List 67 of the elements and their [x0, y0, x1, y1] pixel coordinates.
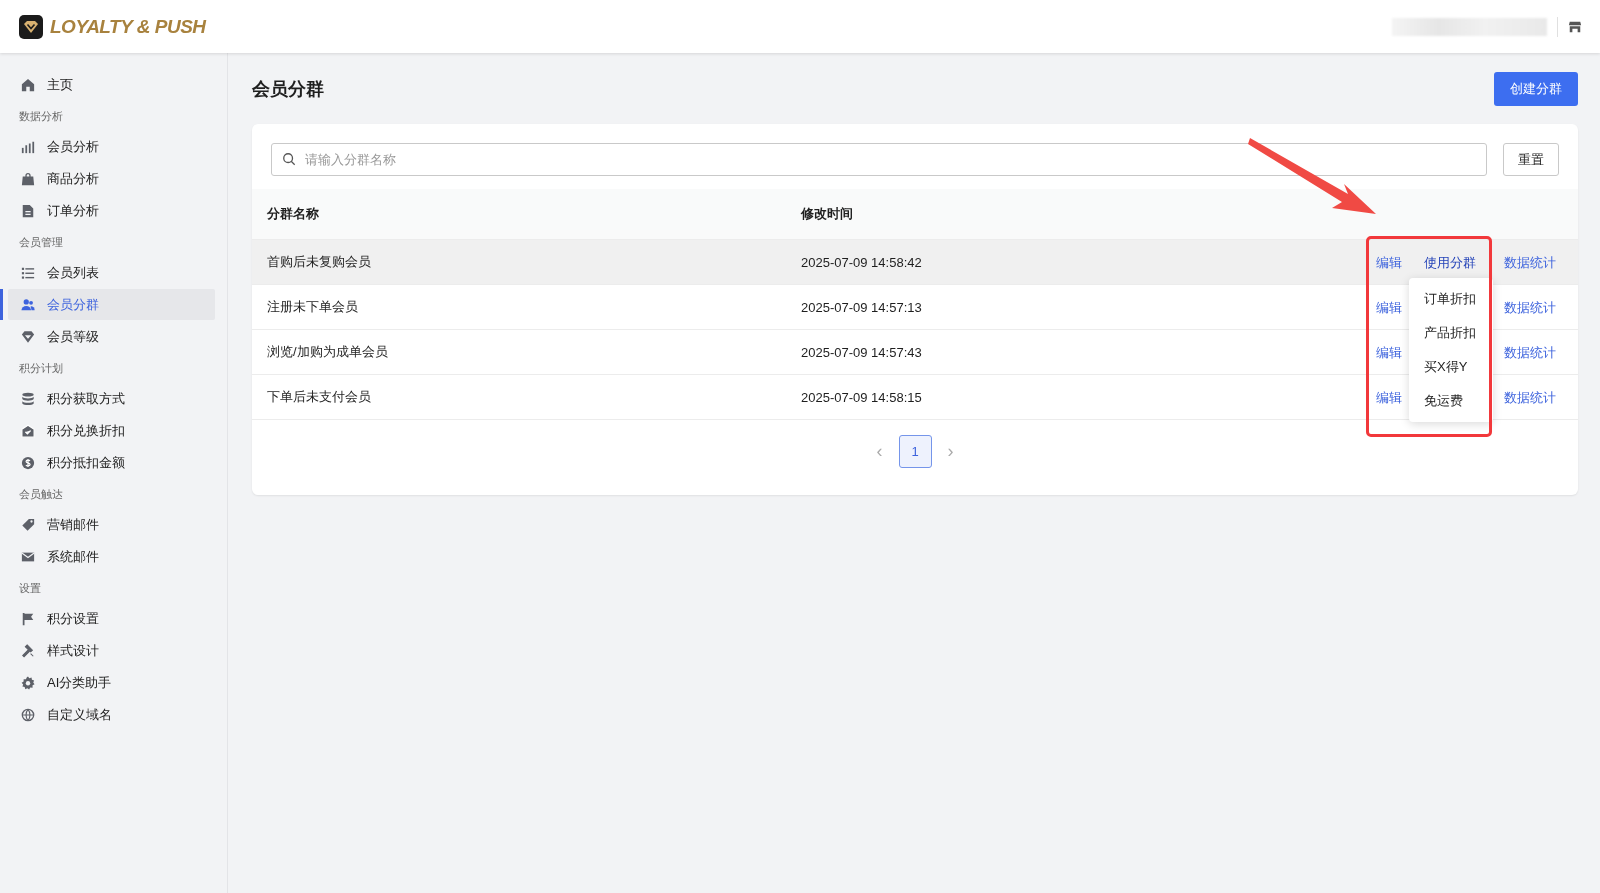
envelope-check-icon: [21, 423, 35, 438]
tag-icon: [21, 517, 35, 532]
sidebar-item[interactable]: 积分兑换折扣: [8, 415, 215, 446]
column-header: 分群名称: [267, 205, 320, 223]
sidebar-item[interactable]: 主页: [8, 69, 215, 100]
sidebar-item[interactable]: 积分抵扣金额: [8, 447, 215, 478]
sidebar-item[interactable]: 积分设置: [8, 603, 215, 634]
action-link[interactable]: 数据统计: [1504, 344, 1556, 360]
bar-chart-icon: [21, 139, 35, 154]
hammer-icon: [21, 643, 35, 658]
column-header: 修改时间: [801, 205, 854, 223]
table-cell-text: 2025-07-09 14:57:43: [801, 344, 923, 360]
database-icon: [21, 391, 35, 406]
table-cell-text: 首购后未复购会员: [267, 253, 372, 271]
section-label: 会员触达: [18, 487, 64, 502]
sidebar-item[interactable]: 自定义域名: [8, 699, 215, 730]
section-label: 积分计划: [18, 361, 64, 376]
home-icon: [21, 77, 35, 92]
store-icon[interactable]: [1568, 19, 1582, 34]
sidebar-item[interactable]: 商品分析: [8, 163, 215, 194]
flag-icon: [21, 611, 35, 626]
section-label: 数据分析: [18, 109, 64, 124]
action-link[interactable]: 数据统计: [1504, 299, 1556, 315]
document-icon: [21, 203, 35, 218]
brand-name: LOYALTY & PUSH: [50, 15, 206, 38]
table-cell-text: 2025-07-09 14:58:15: [801, 389, 923, 405]
action-link[interactable]: 数据统计: [1504, 254, 1556, 270]
search-field[interactable]: 请输入分群名称: [271, 143, 1487, 176]
menu-item[interactable]: 产品折扣: [1409, 315, 1493, 350]
settings-icon: [21, 675, 35, 690]
sidebar-item[interactable]: 积分获取方式: [8, 383, 215, 414]
table-cell-text: 注册未下单会员: [267, 298, 359, 316]
reset-button[interactable]: 重置: [1503, 143, 1559, 176]
table-cell-text: 下单后未支付会员: [267, 388, 372, 406]
shopping-bag-icon: [21, 171, 35, 186]
logo-icon: [19, 14, 43, 39]
search-icon: [282, 152, 296, 166]
page-title: 会员分群: [252, 78, 324, 101]
sidebar-item[interactable]: 系统邮件: [8, 541, 215, 572]
action-link[interactable]: 使用分群: [1424, 254, 1476, 270]
menu-item[interactable]: 免运费: [1409, 383, 1493, 418]
action-link[interactable]: 编辑: [1376, 344, 1402, 360]
sidebar-item[interactable]: 会员分析: [8, 131, 215, 162]
action-link[interactable]: 编辑: [1376, 389, 1402, 405]
users-icon: [21, 297, 35, 312]
globe-icon: [21, 707, 35, 722]
action-link[interactable]: 编辑: [1376, 299, 1402, 315]
sidebar-item[interactable]: 会员列表: [8, 257, 215, 288]
sidebar-item[interactable]: AI分类助手: [8, 667, 215, 698]
section-label: 设置: [18, 581, 42, 596]
table-cell-text: 浏览/加购为成单会员: [267, 343, 389, 361]
action-link[interactable]: 数据统计: [1504, 389, 1556, 405]
page-button[interactable]: 1: [898, 435, 932, 468]
menu-item[interactable]: 订单折扣: [1409, 281, 1493, 316]
section-label: 会员管理: [18, 235, 64, 250]
table-cell-text: 2025-07-09 14:58:42: [801, 254, 923, 270]
menu-item[interactable]: 买X得Y: [1409, 349, 1493, 384]
diamond-icon: [21, 329, 35, 344]
sidebar-item[interactable]: 会员等级: [8, 321, 215, 352]
table-cell-text: 2025-07-09 14:57:13: [801, 299, 923, 315]
list-icon: [21, 265, 35, 280]
create-button[interactable]: 创建分群: [1494, 72, 1578, 106]
sidebar-item[interactable]: 样式设计: [8, 635, 215, 666]
action-link[interactable]: 编辑: [1376, 254, 1402, 270]
dollar-circle-icon: [21, 455, 35, 470]
sidebar-item[interactable]: 营销邮件: [8, 509, 215, 540]
sidebar-item[interactable]: 订单分析: [8, 195, 215, 226]
